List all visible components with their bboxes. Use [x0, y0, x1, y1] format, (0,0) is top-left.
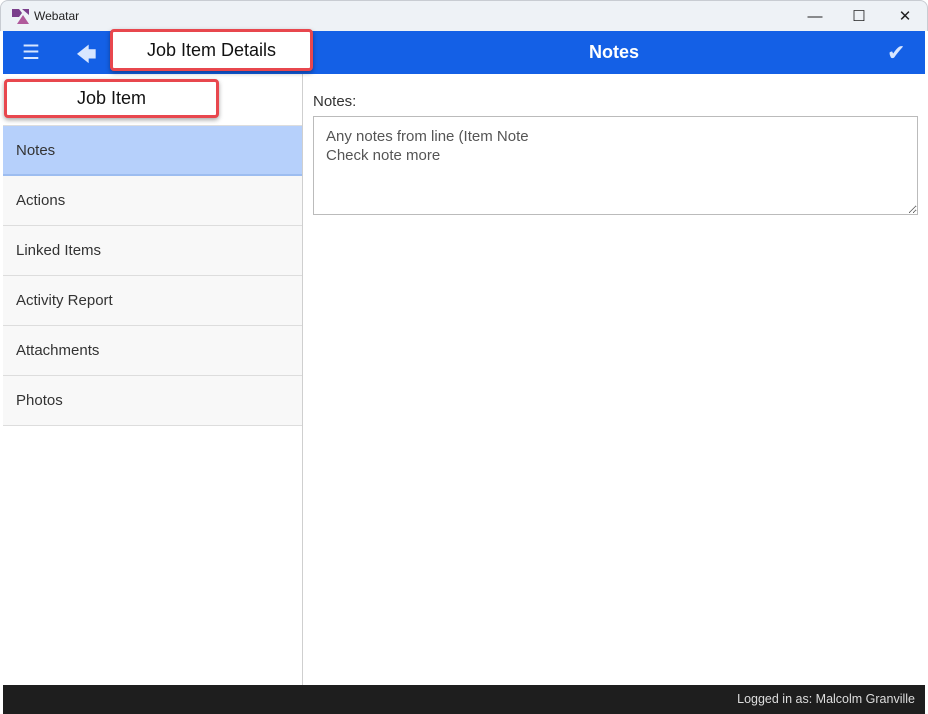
sidebar-item-label: Activity Report — [16, 292, 113, 309]
app-title: Webatar — [34, 9, 80, 23]
sidebar-item-label: Attachments — [16, 342, 100, 359]
sidebar: Notes Actions Linked Items Activity Repo… — [3, 74, 303, 685]
sidebar-item-actions[interactable]: Actions — [3, 176, 302, 226]
notes-panel: Notes: Any notes from line (Item Note Ch… — [313, 74, 919, 215]
callout-job-item-details: Job Item Details — [110, 29, 313, 71]
checkmark-save-icon[interactable]: ✔ — [887, 40, 905, 66]
notes-textarea[interactable]: Any notes from line (Item Note Check not… — [313, 116, 918, 215]
sidebar-item-label: Notes — [16, 141, 56, 159]
sidebar-item-attachments[interactable]: Attachments — [3, 326, 302, 376]
sidebar-item-photos[interactable]: Photos — [3, 376, 302, 426]
sidebar-item-label: Photos — [16, 392, 63, 409]
maximize-button[interactable]: ☐ — [839, 5, 879, 27]
status-bar: Logged in as: Malcolm Granville — [3, 685, 925, 714]
sidebar-item-linked-items[interactable]: Linked Items — [3, 226, 302, 276]
close-button[interactable]: ✕ — [885, 5, 925, 27]
sidebar-item-label: Actions — [16, 192, 66, 209]
sidebar-item-notes[interactable]: Notes — [3, 126, 302, 176]
callout-job-item: Job Item — [4, 79, 219, 118]
title-bar: Webatar — ☐ ✕ — [0, 0, 928, 31]
notes-label: Notes: — [313, 93, 357, 110]
sidebar-item-activity-report[interactable]: Activity Report — [3, 276, 302, 326]
app-logo-icon — [12, 9, 29, 24]
sidebar-item-label: Linked Items — [16, 242, 102, 259]
minimize-button[interactable]: — — [795, 5, 835, 27]
